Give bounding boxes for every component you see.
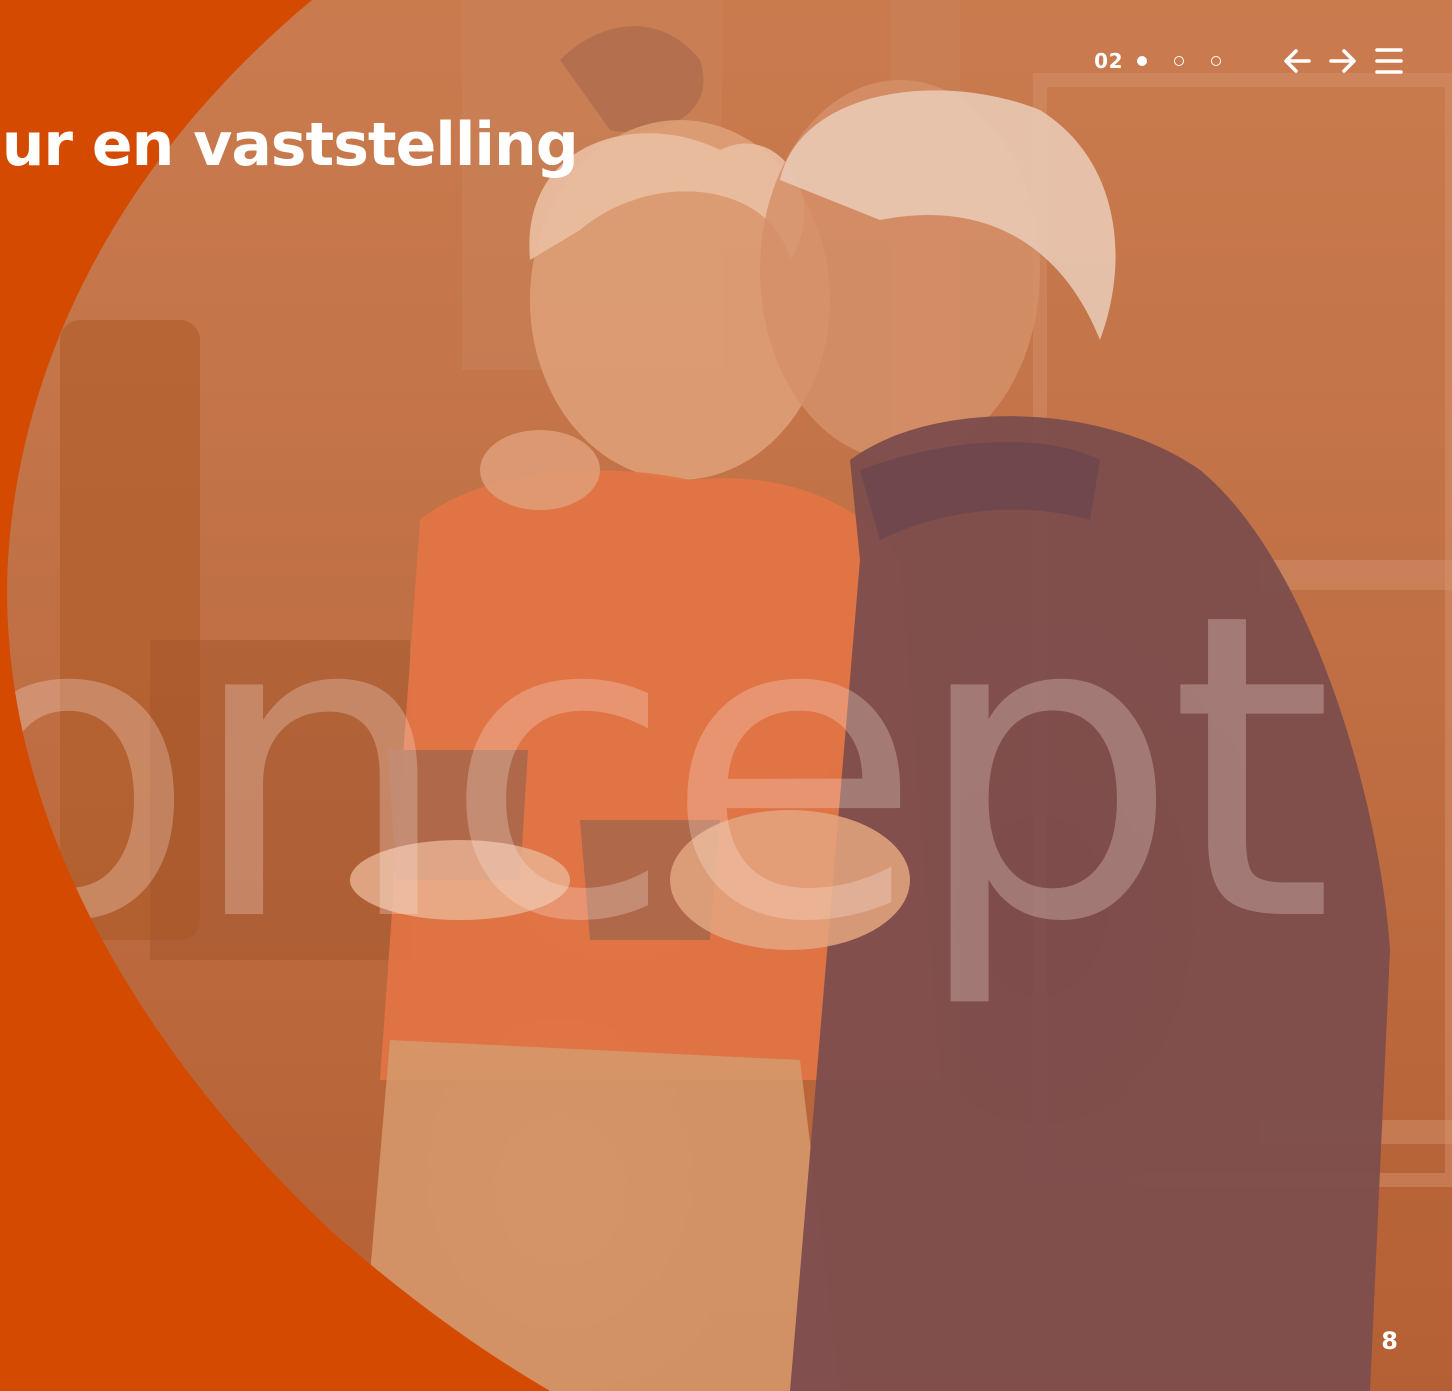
- pagination-dot[interactable]: [1174, 56, 1184, 66]
- hamburger-menu-icon: [1375, 48, 1403, 74]
- page-number: 8: [1381, 1327, 1398, 1355]
- pagination-dot[interactable]: [1211, 56, 1221, 66]
- orange-curved-panel: [0, 0, 550, 1391]
- menu-button[interactable]: [1370, 42, 1408, 80]
- top-navigation: 02: [1094, 40, 1408, 82]
- arrow-right-icon: [1329, 49, 1356, 73]
- arrow-left-icon: [1284, 49, 1311, 73]
- pagination-dots: [1137, 56, 1248, 66]
- previous-page-button[interactable]: [1278, 42, 1316, 80]
- next-page-button[interactable]: [1324, 42, 1362, 80]
- presentation-page: oncept uur en vaststelling 02 8: [0, 0, 1452, 1391]
- chapter-number: 02: [1094, 49, 1123, 73]
- pagination-dot-active[interactable]: [1137, 56, 1147, 66]
- page-title: uur en vaststelling: [0, 110, 579, 180]
